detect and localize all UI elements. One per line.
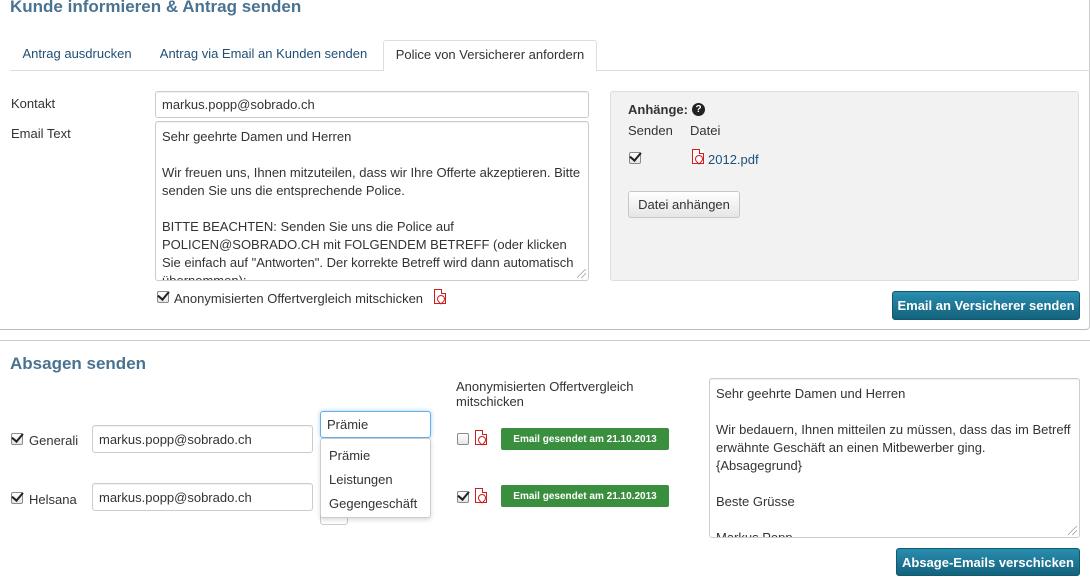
pdf-icon[interactable] [475,430,487,445]
attachments-panel: Anhänge: ? Senden Datei 2012.pdf Datei a… [610,91,1079,281]
tab-print-request[interactable]: Antrag ausdrucken [10,40,144,71]
dropdown-option[interactable]: Gegengeschäft [329,496,417,511]
pdf-icon[interactable] [475,488,487,503]
resize-grip-icon[interactable] [1068,526,1077,535]
attach-file-button[interactable]: Datei anhängen [628,191,740,218]
rejection-text-area[interactable]: Sehr geehrte Damen und Herren Wir bedaue… [709,378,1080,538]
insurer-email-helsana[interactable]: markus.popp@sobrado.ch [92,483,313,511]
email-text-label: Email Text [11,126,71,141]
tab-request-policy[interactable]: Police von Versicherer anfordern [383,40,597,71]
send-to-insurer-button[interactable]: Email an Versicherer senden [892,291,1080,320]
request-section: Kunde informieren & Antrag senden Antrag… [0,0,1090,330]
attachment-file-link[interactable]: 2012.pdf [708,152,759,167]
section-divider [0,340,1090,341]
pdf-icon[interactable] [434,289,446,304]
attachments-title: Anhänge: [628,102,688,117]
anon-checkbox-generali[interactable] [457,433,469,445]
dropdown-option[interactable]: Leistungen [329,472,393,487]
help-icon[interactable]: ? [692,103,705,116]
rejection-text-content: Sehr geehrte Damen und Herren Wir bedaue… [716,386,1071,538]
pdf-icon [692,149,704,164]
insurer-name-generali: Generali [29,433,79,448]
resize-grip-icon[interactable] [577,269,586,278]
anon-column-header: Anonymisierten Offertvergleich mitschick… [456,379,634,409]
section-title: Kunde informieren & Antrag senden [10,0,302,16]
tab-email-customer[interactable]: Antrag via Email an Kunden senden [147,40,380,71]
insurer-email-generali[interactable]: markus.popp@sobrado.ch [92,425,313,453]
col-file-header: Datei [690,123,721,138]
status-badge: Email gesendet am 21.10.2013 [501,428,669,450]
contact-email-input[interactable]: markus.popp@sobrado.ch [155,91,589,118]
anon-checkbox-helsana[interactable] [457,491,469,503]
insurer-name-helsana: Helsana [29,492,77,507]
contact-label: Kontakt [11,96,56,111]
anon-comparison-checkbox[interactable] [157,291,169,303]
rejections-title: Absagen senden [10,354,147,373]
anon-comparison-label: Anonymisierten Offertvergleich mitschick… [174,291,424,306]
col-send-header: Senden [628,123,673,138]
status-badge: Email gesendet am 21.10.2013 [501,485,669,507]
insurer-checkbox-helsana[interactable] [11,492,23,504]
active-tab-gap [384,70,596,72]
dropdown-option[interactable]: Prämie [329,448,370,463]
attachment-send-checkbox[interactable] [629,152,641,164]
reason-select-generali[interactable]: Prämie [320,411,431,438]
email-text-area[interactable]: Sehr geehrte Damen und Herren Wir freuen… [155,121,589,281]
insurer-checkbox-generali[interactable] [11,433,23,445]
reason-dropdown-menu: Prämie Leistungen Gegengeschäft [320,438,431,518]
send-rejections-button[interactable]: Absage-Emails verschicken [896,548,1080,576]
email-text-content: Sehr geehrte Damen und Herren Wir freuen… [162,129,581,281]
